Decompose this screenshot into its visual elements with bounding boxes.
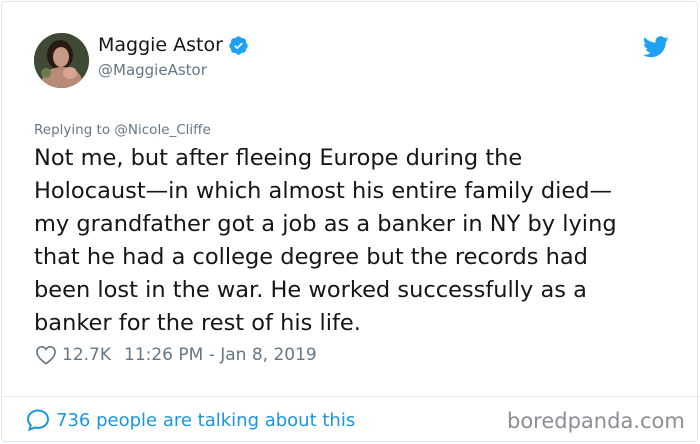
tweet-line: that he had a college degree but the rec…: [34, 244, 588, 270]
tweet-timestamp[interactable]: 11:26 PM - Jan 8, 2019: [124, 345, 317, 365]
reply-prefix: Replying to: [34, 122, 115, 138]
author-handle[interactable]: @MaggieAstor: [98, 61, 207, 79]
tweet-text: Not me, but after fleeing Europe during …: [34, 142, 674, 340]
tweet-line: banker for the rest of his life.: [34, 310, 361, 336]
conversation-text[interactable]: 736 people are talking about this: [56, 410, 355, 431]
tweet-line: Not me, but after fleeing Europe during …: [34, 145, 523, 171]
conversation-link[interactable]: 736 people are talking about this: [26, 408, 355, 432]
avatar[interactable]: [34, 33, 89, 88]
replying-to: Replying to @Nicole_Cliffe: [34, 122, 211, 138]
tweet-line: my grandfather got a job as a banker in …: [34, 211, 617, 237]
reply-mention-link[interactable]: @Nicole_Cliffe: [114, 122, 210, 138]
author-name[interactable]: Maggie Astor: [98, 34, 249, 56]
tweet-card: Maggie Astor @MaggieAstor Replying to @N…: [1, 1, 700, 442]
twitter-bird-icon[interactable]: [643, 36, 669, 58]
tweet-line: been lost in the war. He worked successf…: [34, 277, 587, 303]
boredpanda-watermark: boredpanda.com: [507, 409, 685, 433]
footer-divider: [3, 396, 700, 397]
speech-bubble-icon: [26, 409, 50, 432]
tweet-meta: 12.7K 11:26 PM - Jan 8, 2019: [35, 345, 317, 365]
author-name-text[interactable]: Maggie Astor: [98, 34, 223, 56]
heart-icon[interactable]: [35, 345, 57, 365]
like-count[interactable]: 12.7K: [62, 345, 111, 365]
tweet-line: Holocaust—in which almost his entire fam…: [34, 178, 613, 204]
verified-badge-icon: [229, 35, 248, 55]
